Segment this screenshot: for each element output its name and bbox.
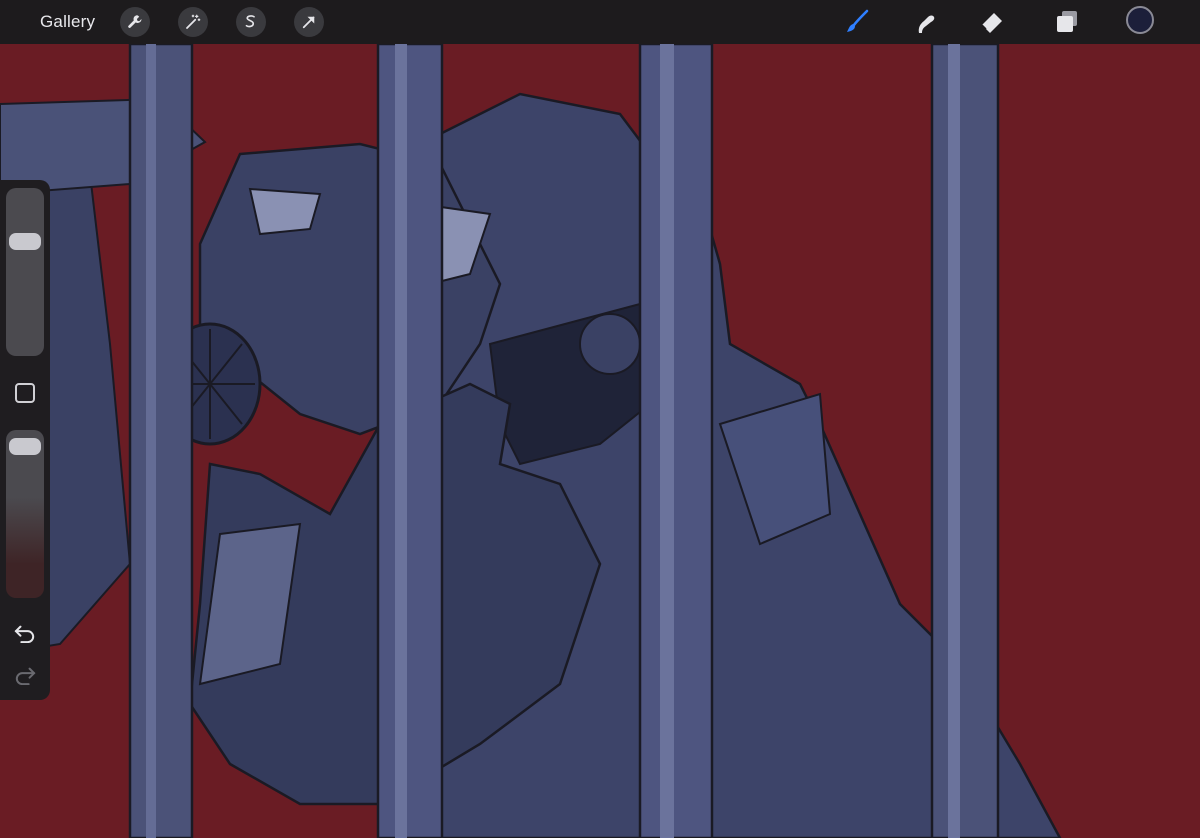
brush-icon[interactable] [840,5,874,39]
redo-button[interactable] [12,664,38,686]
opacity-thumb[interactable] [9,437,41,455]
color-swatch-button[interactable] [1126,6,1154,34]
opacity-slider[interactable] [6,430,44,598]
bar-highlight [660,44,674,838]
jail-bar [128,44,194,838]
top-toolbar: Gallery [0,0,1200,44]
smudge-icon[interactable] [908,5,942,39]
undo-icon [14,625,35,643]
brush-size-slider[interactable] [6,188,44,356]
eraser-icon[interactable] [975,5,1009,39]
modify-button[interactable] [15,383,35,403]
brush-size-thumb[interactable] [9,233,41,251]
wrench-icon[interactable] [120,7,150,37]
strap-filter [579,313,641,375]
bar-highlight [395,44,407,838]
selection-icon[interactable] [236,7,266,37]
undo-button[interactable] [12,622,38,644]
gallery-button[interactable]: Gallery [40,12,95,32]
bar-highlight [948,44,960,838]
redo-icon [15,667,36,685]
mask-eye-left [248,187,322,236]
bar-highlight [146,44,156,838]
jail-bar [930,44,1000,838]
drawing-canvas[interactable] [0,44,1200,838]
jail-bar [376,44,444,838]
transform-arrow-icon[interactable] [294,7,324,37]
magic-wand-icon[interactable] [178,7,208,37]
sidebar-panel [0,180,50,700]
jail-bar [638,44,714,838]
layers-icon[interactable] [1050,5,1084,39]
